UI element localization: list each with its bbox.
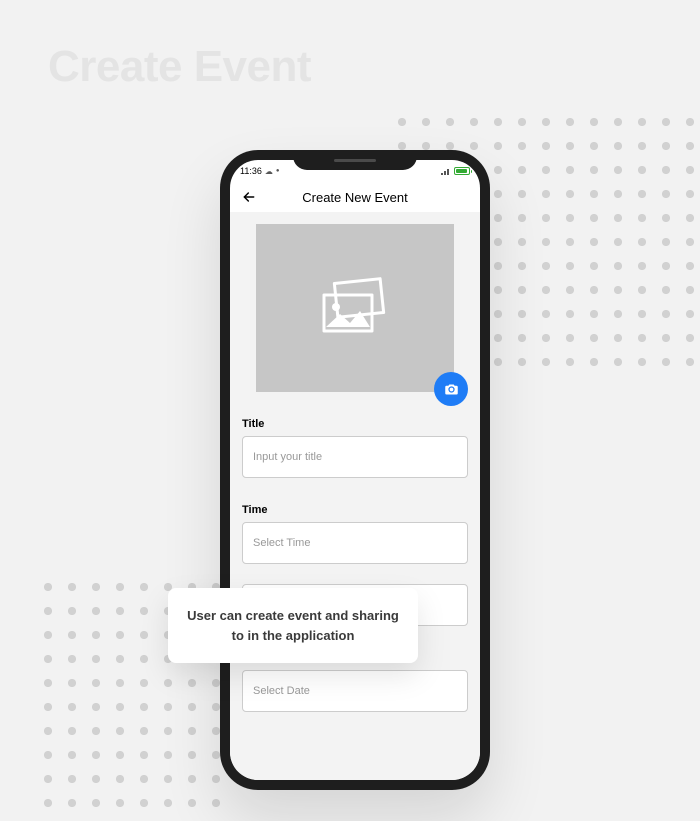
phone-screen: 11:36 ☁ ● Create New Event — [230, 160, 480, 780]
time-label: Time — [242, 504, 468, 516]
image-upload-area[interactable] — [256, 224, 454, 392]
app-header-title: Create New Event — [302, 190, 408, 205]
take-photo-button[interactable] — [434, 372, 468, 406]
arrow-left-icon — [241, 189, 257, 205]
time-input[interactable]: Select Time — [242, 522, 468, 564]
form-content: Title Input your title Time Select Time … — [230, 212, 480, 780]
title-label: Title — [242, 418, 468, 430]
time-field: Time Select Time — [242, 504, 468, 564]
callout-card: User can create event and sharing to in … — [168, 588, 418, 663]
app-header: Create New Event — [230, 182, 480, 212]
title-input[interactable]: Input your title — [242, 436, 468, 478]
notch-speaker — [334, 159, 376, 162]
title-field: Title Input your title — [242, 418, 468, 478]
photos-placeholder-icon — [316, 277, 394, 339]
date-input[interactable]: Select Date — [242, 670, 468, 712]
callout-text: User can create event and sharing to in … — [186, 606, 400, 645]
battery-icon — [454, 167, 470, 175]
status-right — [441, 167, 470, 175]
back-button[interactable] — [238, 186, 260, 208]
status-left: 11:36 ☁ ● — [240, 166, 279, 176]
signal-icon — [441, 167, 451, 175]
status-time: 11:36 — [240, 166, 262, 176]
status-dot-icon: ● — [276, 168, 280, 174]
phone-frame: 11:36 ☁ ● Create New Event — [220, 150, 490, 790]
cloud-icon: ☁ — [265, 167, 273, 176]
camera-icon — [444, 382, 459, 397]
phone-notch — [293, 150, 417, 170]
page-title: Create Event — [48, 42, 311, 92]
